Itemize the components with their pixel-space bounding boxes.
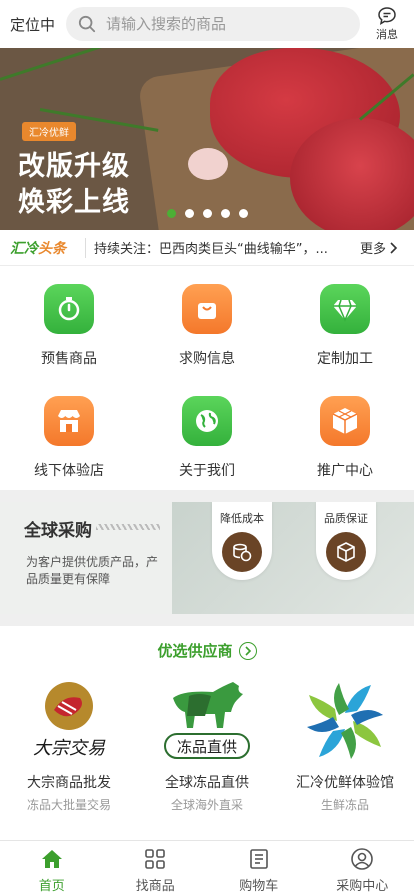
news-logo-part1: 汇冷 <box>10 240 38 257</box>
supplier-subtitle: 冻品大批量交易 <box>26 798 111 812</box>
quality-guarantee-badge: 品质保证 <box>316 502 376 580</box>
section-divider <box>0 490 414 502</box>
supplier-card[interactable]: 冻品直供 全球冻品直供 全球海外直采 <box>138 676 276 826</box>
banner-tag: 汇冷优鲜 <box>22 122 76 141</box>
news-logo-part2: 头条 <box>38 240 66 257</box>
carousel-dot[interactable] <box>221 209 230 218</box>
chevron-right-icon <box>390 241 398 254</box>
grid-item-purchase-info[interactable]: 求购信息 <box>138 266 276 378</box>
procurement-title: 全球采购 <box>24 521 92 541</box>
cubes-icon <box>320 396 370 446</box>
grid-item-label: 预售商品 <box>41 351 97 367</box>
supplier-subtitle: 全球海外直采 <box>170 798 243 812</box>
supplier-name: 汇冷优鲜体验馆 <box>296 775 394 791</box>
news-more-label: 更多 <box>360 242 387 257</box>
supplier-logo <box>295 676 395 766</box>
storefront-icon <box>44 396 94 446</box>
tab-find-products[interactable]: 找商品 <box>104 841 208 896</box>
carousel-dot[interactable] <box>203 209 212 218</box>
tab-procurement-center[interactable]: 采购中心 <box>311 841 414 896</box>
stopwatch-icon <box>44 284 94 334</box>
header: 定位中 消息 <box>0 0 414 48</box>
carousel-dot[interactable] <box>185 209 194 218</box>
decorative-stripes <box>96 524 160 530</box>
supplier-subtitle: 生鲜冻品 <box>320 798 369 812</box>
cost-reduction-badge: 降低成本 <box>212 502 272 580</box>
news-bar[interactable]: 汇冷头条 持续关注：巴西肉类巨头“曲线输华”，... 更多 <box>0 230 414 266</box>
feature-grid: 预售商品 求购信息 定制加工 线下体验店 关于我们 推广中心 <box>0 266 414 490</box>
grid-item-offline-store[interactable]: 线下体验店 <box>0 378 138 490</box>
supplier-name: 大宗商品批发 <box>27 775 111 791</box>
globe-icon <box>182 396 232 446</box>
news-more-link[interactable]: 更多 <box>360 238 414 257</box>
supplier-logo: 大宗交易 <box>19 676 119 766</box>
badge-label: 品质保证 <box>324 512 368 525</box>
banner-headline-2: 焕彩上线 <box>18 187 130 218</box>
supplier-list: 大宗交易 大宗商品批发 冻品大批量交易 冻品直供 全球冻品直供 全球海外直采 汇… <box>0 676 414 826</box>
grid-item-promotion-center[interactable]: 推广中心 <box>276 378 414 490</box>
badge-label: 降低成本 <box>220 512 264 525</box>
home-icon <box>41 850 62 868</box>
section-divider <box>0 614 414 626</box>
grid-item-about-us[interactable]: 关于我们 <box>138 378 276 490</box>
banner-headline-1: 改版升级 <box>18 151 130 182</box>
user-icon <box>351 848 374 870</box>
procurement-description: 为客户提供优质产品，产品质量更有保障 <box>26 555 159 586</box>
grid-item-label: 线下体验店 <box>34 463 104 479</box>
search-icon <box>78 15 96 33</box>
supplier-card[interactable]: 大宗交易 大宗商品批发 冻品大批量交易 <box>0 676 138 826</box>
package-icon <box>326 532 366 572</box>
search-bar[interactable] <box>66 7 360 41</box>
carousel-dot[interactable] <box>239 209 248 218</box>
grid-item-label: 定制加工 <box>317 351 373 367</box>
supplier-logo-text: 冻品直供 <box>177 738 237 756</box>
rosemary-image <box>0 48 125 81</box>
tab-home[interactable]: 首页 <box>0 841 104 896</box>
carousel-dots <box>167 209 248 218</box>
grid-item-label: 求购信息 <box>179 351 235 367</box>
procurement-background-image <box>172 502 414 614</box>
bottom-tab-bar: 首页 找商品 购物车 采购中心 <box>0 840 414 896</box>
chat-bubble-icon <box>378 7 396 26</box>
tab-label: 采购中心 <box>336 879 389 894</box>
shopping-bag-icon <box>182 284 232 334</box>
grid-item-presale[interactable]: 预售商品 <box>0 266 138 378</box>
news-logo: 汇冷头条 <box>0 237 86 258</box>
supplier-logo: 冻品直供 <box>157 676 257 766</box>
tab-cart[interactable]: 购物车 <box>207 841 311 896</box>
carousel-dot[interactable] <box>167 209 176 218</box>
supplier-name: 全球冻品直供 <box>165 775 249 791</box>
location-label[interactable]: 定位中 <box>0 14 66 35</box>
coins-icon <box>222 532 262 572</box>
tab-label: 购物车 <box>239 879 279 894</box>
supplier-logo-text: 大宗交易 <box>33 738 106 759</box>
grid-icon <box>145 849 166 869</box>
diamond-icon <box>320 284 370 334</box>
suppliers-section-title[interactable]: 优选供应商 <box>0 640 414 661</box>
grid-item-custom-processing[interactable]: 定制加工 <box>276 266 414 378</box>
promo-banner[interactable]: 汇冷优鲜 改版升级 焕彩上线 <box>0 48 414 230</box>
cart-icon <box>249 849 268 869</box>
supplier-card[interactable]: 汇冷优鲜体验馆 生鲜冻品 <box>276 676 414 826</box>
suppliers-title-text: 优选供应商 <box>157 642 233 660</box>
tab-label: 找商品 <box>135 879 175 894</box>
grid-item-label: 关于我们 <box>179 463 235 479</box>
news-headline[interactable]: 持续关注：巴西肉类巨头“曲线输华”，... <box>86 238 360 257</box>
grid-item-label: 推广中心 <box>317 463 373 479</box>
search-input[interactable] <box>106 15 346 33</box>
tab-label: 首页 <box>38 879 65 894</box>
global-procurement-banner[interactable]: 全球采购 为客户提供优质产品，产品质量更有保障 降低成本 品质保证 <box>0 502 414 614</box>
message-button[interactable]: 消息 <box>360 6 414 42</box>
garlic-image <box>188 148 228 180</box>
chevron-right-icon <box>238 641 257 660</box>
message-label: 消息 <box>376 28 398 41</box>
